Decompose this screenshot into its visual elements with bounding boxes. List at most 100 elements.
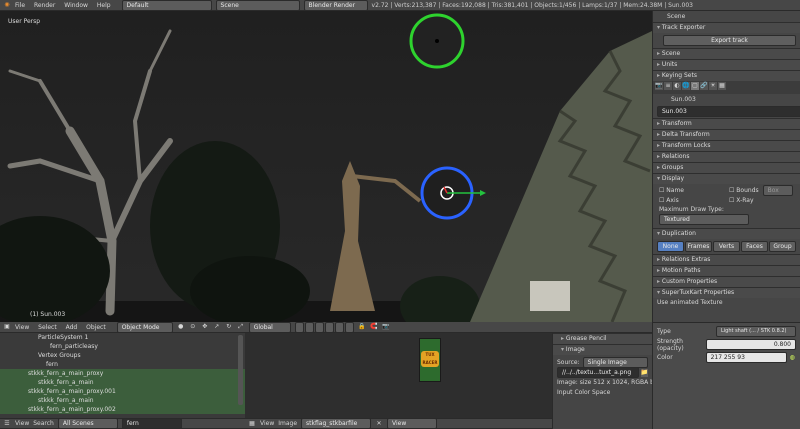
- custom-properties-panel[interactable]: Custom Properties: [653, 276, 800, 287]
- outliner-scrollbar[interactable]: [238, 335, 243, 405]
- image-editor-icon[interactable]: ▦: [248, 420, 256, 428]
- render-preview-icon[interactable]: 📷: [382, 323, 390, 331]
- menu-window[interactable]: Window: [64, 2, 88, 9]
- data-tab-icon[interactable]: ☀: [709, 82, 717, 90]
- axis-checkbox[interactable]: ☐ Axis: [659, 197, 729, 204]
- viewport-menu-select[interactable]: Select: [38, 324, 57, 331]
- layers-tab-icon[interactable]: ≡: [664, 82, 672, 90]
- snap-icon[interactable]: 🧲: [370, 323, 378, 331]
- layer-button[interactable]: [294, 322, 304, 332]
- track-exporter-panel[interactable]: Track Exporter: [653, 22, 800, 33]
- dup-group-button[interactable]: Group: [769, 241, 796, 252]
- pivot-icon[interactable]: ⊙: [189, 323, 197, 331]
- scene-selector[interactable]: Scene: [215, 0, 300, 10]
- outliner-editor-icon[interactable]: ☰: [3, 420, 11, 428]
- dup-frames-button[interactable]: Frames: [685, 241, 712, 252]
- type-selector[interactable]: Light shaft (... / STK 0.8.2): [716, 326, 796, 337]
- outliner-row[interactable]: Vertex Groups: [0, 351, 245, 360]
- image-menu-image[interactable]: Image: [278, 420, 297, 427]
- outliner-row[interactable]: stkkk_fern_a_main: [0, 378, 245, 387]
- viewport-menu-view[interactable]: View: [15, 324, 29, 331]
- shading-icon[interactable]: ●: [177, 323, 185, 331]
- image-thumbnail[interactable]: TUX RACER: [419, 338, 441, 382]
- image-name-field[interactable]: stkflag_stkbarfile: [301, 419, 372, 428]
- max-draw-type-selector[interactable]: Textured: [659, 214, 749, 225]
- rotate-icon[interactable]: ↻: [225, 323, 233, 331]
- image-menu-view[interactable]: View: [260, 420, 274, 427]
- image-panel[interactable]: Image: [553, 344, 652, 355]
- bounds-type-selector[interactable]: Box: [762, 184, 793, 196]
- editor-type-icon[interactable]: ▣: [3, 323, 11, 331]
- layer-button[interactable]: [304, 322, 314, 332]
- menu-help[interactable]: Help: [97, 2, 111, 9]
- outliner-row[interactable]: fern_particleasy: [0, 342, 245, 351]
- translate-icon[interactable]: ↗: [213, 323, 221, 331]
- relations-panel[interactable]: Relations: [653, 151, 800, 162]
- orientation-selector[interactable]: Global: [248, 322, 291, 332]
- layout-selector[interactable]: Default: [121, 0, 212, 10]
- keying-sets-panel[interactable]: Keying Sets: [653, 70, 800, 81]
- transform-panel[interactable]: Transform: [653, 118, 800, 129]
- world-tab-icon[interactable]: 🌐: [682, 82, 690, 90]
- delta-transform-panel[interactable]: Delta Transform: [653, 129, 800, 140]
- render-engine-selector[interactable]: Blender Render: [303, 0, 368, 10]
- outliner-menu-search[interactable]: Search: [33, 420, 54, 427]
- layer-button[interactable]: [334, 322, 344, 332]
- viewport-menu-object[interactable]: Object: [86, 324, 106, 331]
- menu-file[interactable]: File: [15, 2, 25, 9]
- dup-faces-button[interactable]: Faces: [741, 241, 768, 252]
- strength-slider[interactable]: 0.800: [705, 339, 796, 350]
- outliner-row[interactable]: fern: [0, 360, 245, 369]
- render-tab-icon[interactable]: 📷: [655, 82, 663, 90]
- object-name-field[interactable]: Sun.003: [657, 106, 800, 117]
- menu-render[interactable]: Render: [34, 2, 55, 9]
- outliner-row[interactable]: stkkk_fern_a_main_proxy: [0, 369, 245, 378]
- display-panel[interactable]: Display: [653, 173, 800, 184]
- folder-icon[interactable]: 📁: [640, 368, 648, 377]
- outliner-row[interactable]: stkkk_fern_a_main_proxy.001: [0, 387, 245, 396]
- outliner[interactable]: ParticleSystem 1 fern_particleasy Vertex…: [0, 333, 245, 418]
- object-tab-icon[interactable]: ▢: [691, 82, 699, 90]
- manipulator-icon[interactable]: ✥: [201, 323, 209, 331]
- outliner-filter-selector[interactable]: All Scenes: [57, 419, 118, 428]
- layer-buttons[interactable]: [294, 322, 354, 332]
- mode-selector[interactable]: Object Mode: [116, 322, 173, 332]
- outliner-row[interactable]: ParticleSystem 1: [0, 333, 245, 342]
- color-field[interactable]: 217 255 93: [705, 352, 787, 363]
- image-path-field[interactable]: //../../textu...tuxt_a.png: [557, 367, 639, 378]
- layer-button[interactable]: [324, 322, 334, 332]
- transform-locks-panel[interactable]: Transform Locks: [653, 140, 800, 151]
- name-checkbox[interactable]: ☐ Name: [659, 187, 729, 194]
- blender-logo-icon[interactable]: ◉: [3, 1, 11, 9]
- viewport-menu-add[interactable]: Add: [66, 324, 78, 331]
- image-close-icon[interactable]: ✕: [375, 420, 383, 428]
- xray-checkbox[interactable]: ☐ X-Ray: [729, 197, 754, 204]
- image-view-selector[interactable]: View: [387, 419, 438, 428]
- 3d-viewport[interactable]: User Persp (1) Sun.003: [0, 11, 652, 322]
- constraints-tab-icon[interactable]: 🔗: [700, 82, 708, 90]
- export-track-button[interactable]: Export track: [663, 35, 796, 46]
- texture-tab-icon[interactable]: ▦: [718, 82, 726, 90]
- layer-button[interactable]: [314, 322, 324, 332]
- bounds-checkbox[interactable]: ☐ Bounds: [729, 187, 759, 194]
- relations-extras-panel[interactable]: Relations Extras: [653, 254, 800, 265]
- outliner-row[interactable]: stkkk_fern_a_main_proxy.002: [0, 405, 245, 414]
- source-selector[interactable]: Single Image: [582, 356, 648, 368]
- dup-verts-button[interactable]: Verts: [713, 241, 740, 252]
- outliner-menu-view[interactable]: View: [15, 420, 29, 427]
- motion-paths-panel[interactable]: Motion Paths: [653, 265, 800, 276]
- scale-icon[interactable]: ⤢: [237, 323, 245, 331]
- scene-panel[interactable]: Scene: [653, 48, 800, 59]
- layer-button[interactable]: [344, 322, 354, 332]
- color-picker-icon[interactable]: ◍: [789, 354, 796, 362]
- dup-none-button[interactable]: None: [657, 241, 684, 252]
- lock-icon[interactable]: 🔒: [358, 323, 366, 331]
- supertuxkart-properties-panel[interactable]: SuperTuxKart Properties: [653, 287, 800, 298]
- units-panel[interactable]: Units: [653, 59, 800, 70]
- groups-panel[interactable]: Groups: [653, 162, 800, 173]
- grease-pencil-panel[interactable]: Grease Pencil: [553, 333, 652, 344]
- duplication-panel[interactable]: Duplication: [653, 228, 800, 239]
- outliner-search-input[interactable]: fern: [121, 419, 182, 428]
- scene-tab-icon[interactable]: ◐: [673, 82, 681, 90]
- image-editor[interactable]: TUX RACER: [245, 333, 552, 418]
